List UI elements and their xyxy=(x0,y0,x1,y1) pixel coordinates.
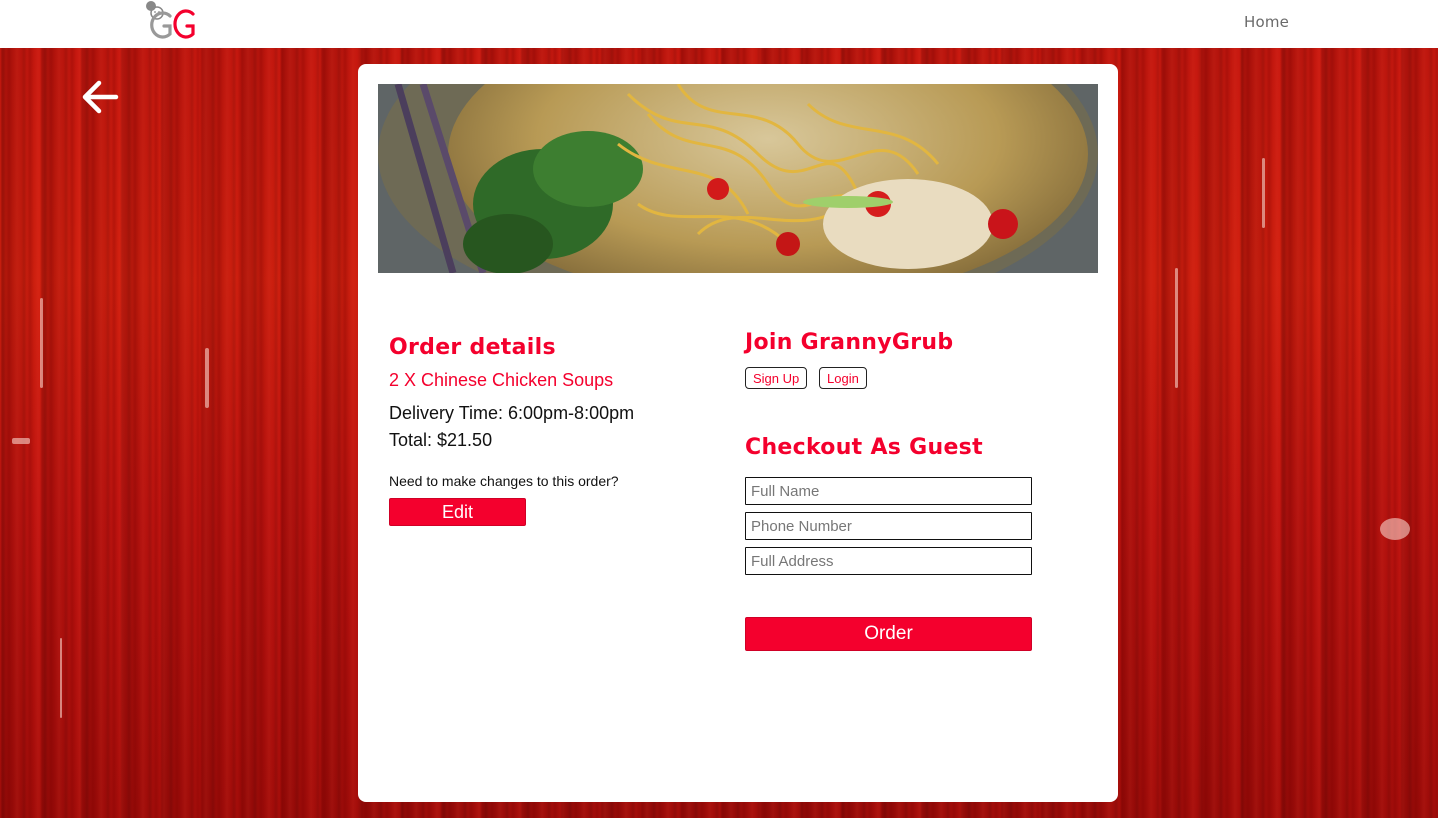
back-arrow-icon[interactable] xyxy=(80,78,120,116)
login-button[interactable]: Login xyxy=(819,367,867,389)
phone-number-input[interactable] xyxy=(745,512,1032,540)
full-address-input[interactable] xyxy=(745,547,1032,575)
order-total: Total: $21.50 xyxy=(389,430,493,450)
sign-up-button[interactable]: Sign Up xyxy=(745,367,808,389)
join-heading: Join GrannyGrub xyxy=(745,330,954,355)
order-item-line: 2 X Chinese Chicken Soups xyxy=(389,370,614,390)
granny-grub-logo[interactable] xyxy=(144,0,200,44)
paint-streak xyxy=(205,348,209,408)
edit-order-button[interactable]: Edit xyxy=(389,498,526,526)
noodle-soup-image xyxy=(378,84,1098,273)
full-name-input[interactable] xyxy=(745,477,1032,505)
checkout-card: Order details 2 X Chinese Chicken Soups … xyxy=(358,64,1118,802)
logo-icon xyxy=(146,1,195,39)
top-navbar: Home xyxy=(0,0,1438,48)
paint-streak xyxy=(40,298,43,388)
order-details-heading: Order details xyxy=(389,335,556,360)
paint-streak xyxy=(1262,158,1265,228)
guest-checkout-heading: Checkout As Guest xyxy=(745,435,983,460)
order-button[interactable]: Order xyxy=(745,617,1032,651)
paint-streak xyxy=(12,438,30,444)
paint-streak xyxy=(1175,268,1178,388)
changes-prompt: Need to make changes to this order? xyxy=(389,473,619,489)
delivery-time: Delivery Time: 6:00pm-8:00pm xyxy=(389,403,635,423)
paint-streak xyxy=(1380,518,1410,540)
paint-streak xyxy=(60,638,62,718)
nav-home-link[interactable]: Home xyxy=(1244,13,1289,31)
